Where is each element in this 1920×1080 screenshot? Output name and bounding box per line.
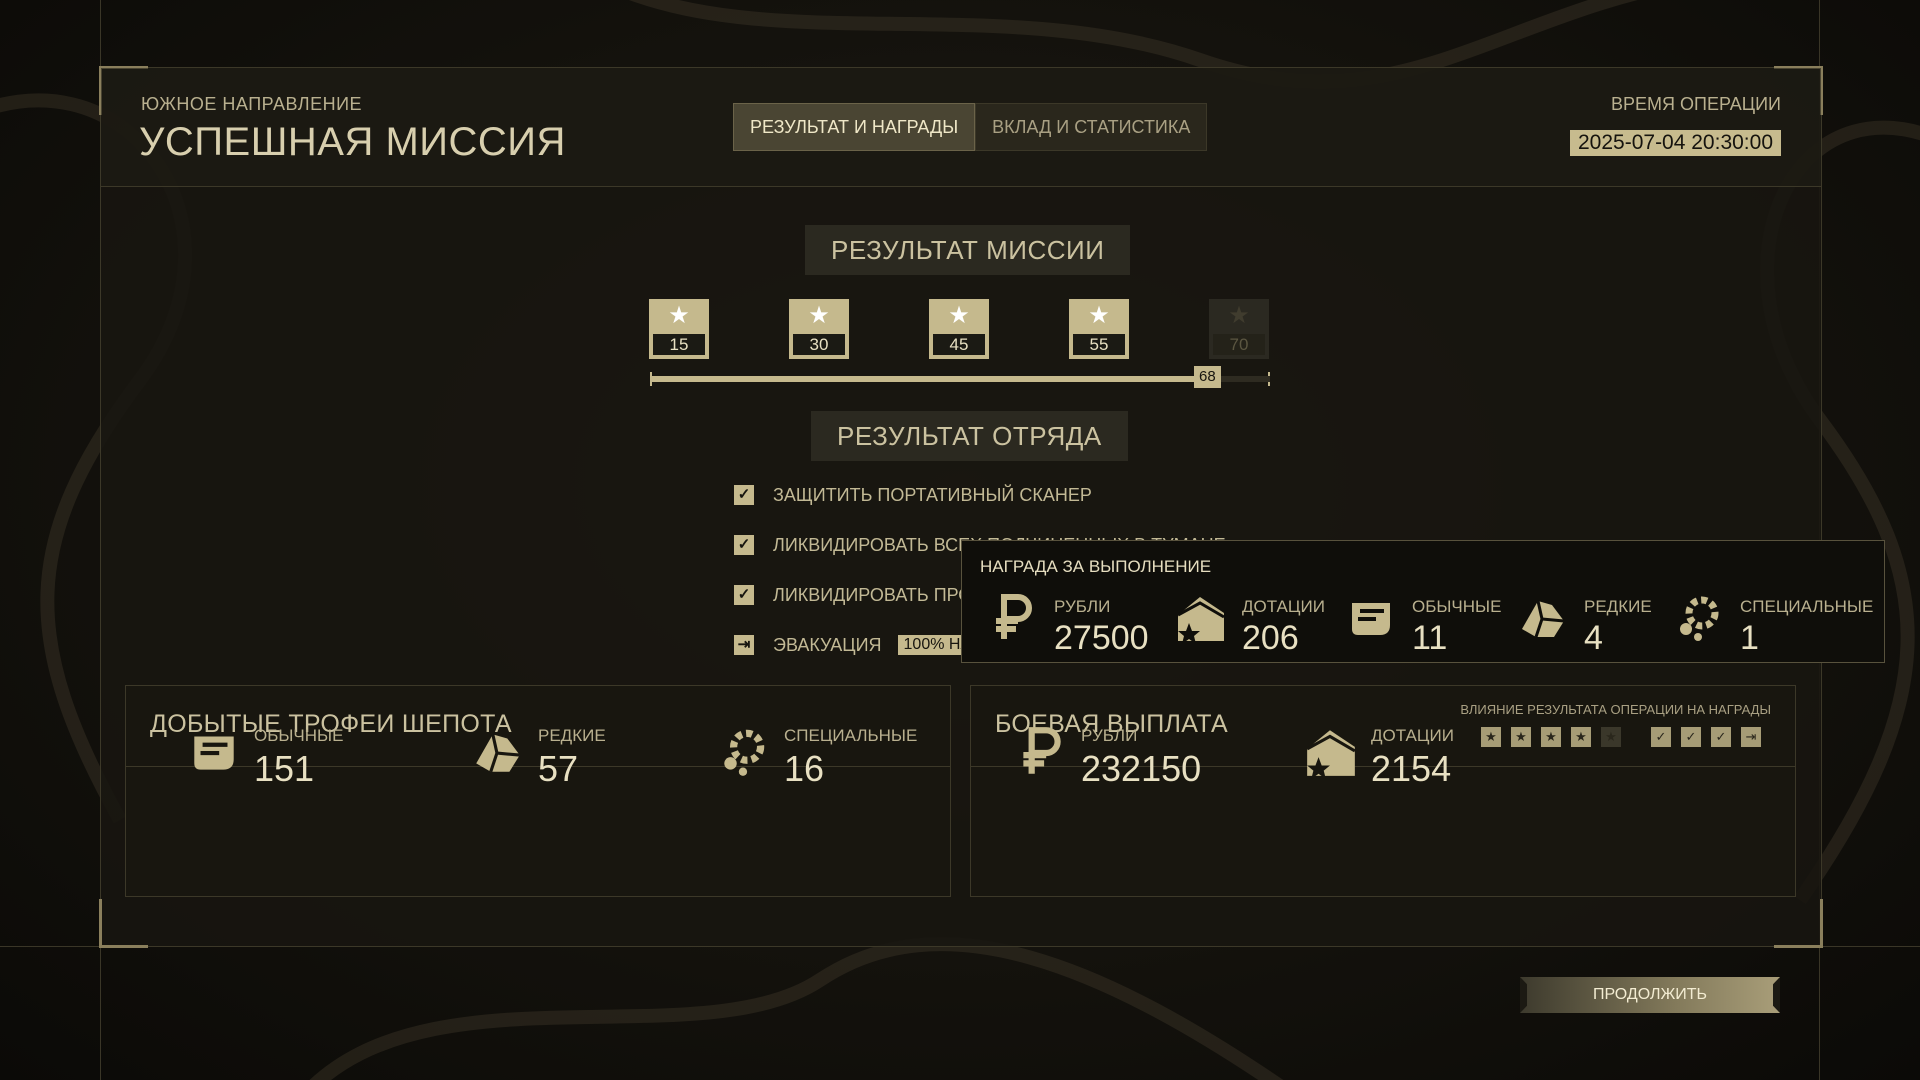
task-label: ЭВАКУАЦИЯ — [773, 634, 882, 655]
mission-progress-fill — [650, 376, 1210, 382]
tab-bar: РЕЗУЛЬТАТ И НАГРАДЫ ВКЛАД И СТАТИСТИКА — [733, 103, 1208, 151]
star-threshold-5: ★ 70 — [1209, 299, 1269, 359]
star-threshold-4: ★ 55 — [1069, 299, 1129, 359]
special-trophy-icon — [1680, 596, 1719, 641]
rare-trophy-icon — [1522, 600, 1565, 638]
threshold-value: 55 — [1073, 334, 1125, 355]
threshold-value: 15 — [653, 334, 705, 355]
trophy-special: СПЕЦИАЛЬНЫЕ 16 — [716, 724, 917, 790]
continue-button[interactable]: ПРОДОЛЖИТЬ — [1520, 977, 1780, 1013]
operation-time-label: ВРЕМЯ ОПЕРАЦИИ — [1611, 94, 1781, 114]
completion-reward-tooltip: НАГРАДА ЗА ВЫПОЛНЕНИЕ РУБЛИ 27500 ДОТАЦИ… — [961, 540, 1885, 663]
reward-rare: РЕДКИЕ 4 — [1518, 591, 1652, 658]
reward-rubles: РУБЛИ 27500 — [988, 591, 1149, 658]
payout-rubles: РУБЛИ 232150 — [1013, 724, 1201, 790]
corner-ornament — [99, 899, 148, 948]
trophy-label: РЕДКИЕ — [538, 726, 606, 745]
exit-icon: ⇥ — [734, 635, 754, 655]
reward-subsidy: ДОТАЦИИ 206 — [1176, 591, 1325, 658]
star-threshold-2: ★ 30 — [789, 299, 849, 359]
star-icon: ★ — [668, 302, 690, 329]
results-header: ЮЖНОЕ НАПРАВЛЕНИЕ УСПЕШНАЯ МИССИЯ РЕЗУЛЬ… — [101, 68, 1821, 187]
task-label: ЗАЩИТИТЬ ПОРТАТИВНЫЙ СКАНЕР — [773, 484, 1092, 505]
reward-common: ОБЫЧНЫЕ 11 — [1346, 591, 1501, 658]
influence-indicators: ★ ★ ★ ★ ★ ✓ ✓ ✓ ⇥ — [1481, 727, 1761, 747]
reward-value: 4 — [1584, 619, 1603, 657]
reward-label: СПЕЦИАЛЬНЫЕ — [1740, 597, 1874, 616]
page-title: УСПЕШНАЯ МИССИЯ — [139, 120, 566, 164]
trophy-value: 16 — [784, 748, 825, 789]
mini-star-icon: ★ — [1481, 727, 1501, 747]
special-trophy-icon — [724, 729, 765, 776]
reward-value: 11 — [1412, 619, 1448, 657]
threshold-value: 70 — [1213, 334, 1265, 355]
star-icon: ★ — [1088, 302, 1110, 329]
trophy-value: 57 — [538, 748, 579, 789]
threshold-value: 30 — [793, 334, 845, 355]
payout-label: РУБЛИ — [1081, 726, 1138, 745]
trophy-common: ОБЫЧНЫЕ 151 — [186, 724, 343, 790]
mini-star-icon: ★ — [1571, 727, 1591, 747]
combat-payout-panel: БОЕВАЯ ВЫПЛАТА ВЛИЯНИЕ РЕЗУЛЬТАТА ОПЕРАЦ… — [970, 685, 1796, 897]
star-icon: ★ — [1228, 302, 1250, 329]
trophy-label: СПЕЦИАЛЬНЫЕ — [784, 726, 918, 745]
payout-value: 232150 — [1081, 748, 1202, 789]
tooltip-title: НАГРАДА ЗА ВЫПОЛНЕНИЕ — [980, 557, 1212, 576]
corner-ornament — [1774, 899, 1823, 948]
reward-value: 1 — [1740, 619, 1759, 657]
ruble-icon — [1023, 727, 1061, 774]
checkbox-checked-icon: ✓ — [734, 585, 754, 605]
trophy-value: 151 — [254, 748, 315, 789]
subsidy-icon — [1177, 597, 1225, 644]
reward-label: РУБЛИ — [1054, 597, 1111, 616]
region-subtitle: ЮЖНОЕ НАПРАВЛЕНИЕ — [141, 94, 363, 114]
reward-special: СПЕЦИАЛЬНЫЕ 1 — [1674, 591, 1873, 658]
trophy-label: ОБЫЧНЫЕ — [254, 726, 344, 745]
payout-subsidy: ДОТАЦИИ 2154 — [1303, 724, 1454, 790]
common-trophy-icon — [1352, 603, 1390, 635]
operation-time-value: 2025-07-04 20:30:00 — [1570, 130, 1781, 156]
common-trophy-icon — [194, 736, 234, 770]
threshold-value: 45 — [933, 334, 985, 355]
payout-label: ДОТАЦИИ — [1371, 726, 1454, 745]
influence-label: ВЛИЯНИЕ РЕЗУЛЬТАТА ОПЕРАЦИИ НА НАГРАДЫ — [1460, 702, 1771, 717]
trophy-rare: РЕДКИЕ 57 — [470, 724, 606, 790]
ruble-icon — [996, 594, 1032, 639]
reward-value: 206 — [1242, 619, 1299, 657]
reward-label: ОБЫЧНЫЕ — [1412, 597, 1502, 616]
whisper-trophies-panel: ДОБЫТЫЕ ТРОФЕИ ШЕПОТА ОБЫЧНЫЕ 151 РЕДКИЕ… — [125, 685, 951, 897]
mini-exit-icon: ⇥ — [1741, 727, 1761, 747]
mission-result-heading: РЕЗУЛЬТАТ МИССИИ — [805, 225, 1131, 275]
squad-result-heading: РЕЗУЛЬТАТ ОТРЯДА — [811, 411, 1128, 461]
tab-contribution-stats[interactable]: ВКЛАД И СТАТИСТИКА — [975, 103, 1208, 151]
tab-results-rewards[interactable]: РЕЗУЛЬТАТ И НАГРАДЫ — [733, 103, 976, 151]
checkbox-checked-icon: ✓ — [734, 535, 754, 555]
mini-check-icon: ✓ — [1711, 727, 1731, 747]
mission-progress-marker: 68 — [1194, 366, 1221, 388]
mini-check-icon: ✓ — [1651, 727, 1671, 747]
star-icon: ★ — [808, 302, 830, 329]
subsidy-icon — [1306, 730, 1356, 779]
checkbox-checked-icon: ✓ — [734, 485, 754, 505]
reward-label: ДОТАЦИИ — [1242, 597, 1325, 616]
mini-star-off-icon: ★ — [1601, 727, 1621, 747]
star-icon: ★ — [948, 302, 970, 329]
mini-star-icon: ★ — [1511, 727, 1531, 747]
star-threshold-3: ★ 45 — [929, 299, 989, 359]
mini-check-icon: ✓ — [1681, 727, 1701, 747]
reward-value: 27500 — [1054, 619, 1149, 657]
rare-trophy-icon — [476, 734, 520, 773]
continue-label: ПРОДОЛЖИТЬ — [1592, 986, 1708, 1003]
payout-value: 2154 — [1371, 748, 1452, 789]
mission-progress-bar — [650, 376, 1270, 382]
star-threshold-1: ★ 15 — [649, 299, 709, 359]
mini-star-icon: ★ — [1541, 727, 1561, 747]
reward-label: РЕДКИЕ — [1584, 597, 1652, 616]
task-item: ✓ ЗАЩИТИТЬ ПОРТАТИВНЫЙ СКАНЕР — [734, 483, 1092, 507]
